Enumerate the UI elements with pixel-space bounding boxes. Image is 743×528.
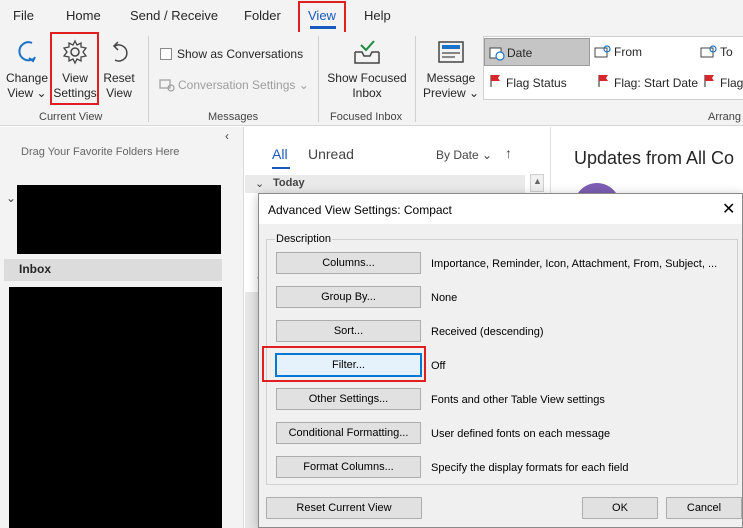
tab-folder[interactable]: Folder bbox=[244, 8, 281, 23]
folder-inbox[interactable]: Inbox bbox=[4, 259, 222, 281]
other-settings-value: Fonts and other Table View settings bbox=[431, 394, 605, 406]
chevron-down-icon: ⌄ bbox=[255, 178, 265, 190]
tab-unread[interactable]: Unread bbox=[308, 146, 354, 162]
divider bbox=[415, 36, 416, 122]
sort-value: Received (descending) bbox=[431, 326, 544, 338]
change-view-button[interactable]: Change View ⌄ bbox=[4, 36, 50, 108]
arrange-to[interactable]: To bbox=[698, 38, 743, 66]
ribbon-tabs: File Home Send / Receive Folder View Hel… bbox=[0, 0, 743, 32]
chevron-down-icon[interactable]: ⌄ bbox=[6, 191, 16, 205]
arrangement-gallery: Date From To Flag Status Flag: Start Dat… bbox=[483, 36, 743, 100]
flag-icon bbox=[704, 75, 714, 87]
group-label-current-view: Current View bbox=[39, 111, 103, 123]
tab-file[interactable]: File bbox=[13, 8, 34, 23]
tab-home[interactable]: Home bbox=[66, 8, 101, 23]
divider bbox=[148, 36, 149, 122]
filter-value: Off bbox=[431, 360, 446, 372]
arrange-from[interactable]: From bbox=[592, 38, 692, 66]
folder-pane: ‹ Drag Your Favorite Folders Here ⌄ Inbo… bbox=[0, 127, 244, 528]
focused-inbox-icon bbox=[354, 40, 380, 64]
group-header-today[interactable]: ⌄ Today bbox=[245, 175, 525, 193]
arrange-flag-start-date[interactable]: Flag: Start Date bbox=[592, 69, 698, 97]
from-icon bbox=[594, 45, 611, 58]
sort-by-date-dropdown[interactable]: By Date ⌄ bbox=[436, 148, 492, 162]
collapse-pane-icon[interactable]: ‹ bbox=[225, 129, 229, 143]
sort-button[interactable]: Sort... bbox=[276, 320, 421, 342]
message-row-indicator bbox=[245, 292, 259, 528]
ok-button[interactable]: OK bbox=[582, 497, 658, 519]
sort-direction-icon[interactable]: ↑ bbox=[505, 145, 512, 161]
active-filter-indicator bbox=[272, 167, 290, 169]
show-focused-inbox-button[interactable]: Show Focused Inbox bbox=[324, 36, 410, 108]
scrollbar[interactable]: ▲ bbox=[530, 174, 544, 192]
show-as-conversations-checkbox[interactable] bbox=[160, 48, 172, 60]
conditional-formatting-value: User defined fonts on each message bbox=[431, 428, 611, 440]
to-icon bbox=[700, 45, 717, 58]
conversation-settings-icon bbox=[159, 79, 175, 92]
view-settings-highlight bbox=[50, 32, 99, 105]
filter-button-highlight bbox=[262, 346, 426, 382]
change-view-icon bbox=[18, 41, 36, 63]
reset-icon bbox=[112, 41, 128, 62]
group-by-value: None bbox=[431, 292, 458, 304]
message-preview-button[interactable]: Message Preview ⌄ bbox=[422, 36, 480, 108]
cancel-button[interactable]: Cancel bbox=[666, 497, 742, 519]
reset-view-button[interactable]: Reset View bbox=[100, 36, 138, 108]
other-settings-button[interactable]: Other Settings... bbox=[276, 388, 421, 410]
format-columns-value: Specify the display formats for each fie… bbox=[431, 462, 629, 474]
group-label-focused-inbox: Focused Inbox bbox=[330, 111, 403, 123]
redacted-folders bbox=[9, 287, 222, 528]
format-columns-button[interactable]: Format Columns... bbox=[276, 456, 421, 478]
flag-icon bbox=[490, 75, 500, 87]
ribbon: Change View ⌄ View Settings Reset View C… bbox=[0, 32, 743, 126]
message-subject: Updates from All Co bbox=[574, 148, 735, 168]
divider bbox=[318, 36, 319, 122]
group-label-messages: Messages bbox=[208, 111, 259, 123]
conversation-settings-button[interactable]: Conversation Settings ⌄ bbox=[178, 78, 309, 92]
tab-send-receive[interactable]: Send / Receive bbox=[130, 8, 218, 23]
redacted-account bbox=[17, 185, 221, 254]
favorites-hint: Drag Your Favorite Folders Here bbox=[21, 146, 180, 158]
flag-icon bbox=[598, 75, 608, 87]
conditional-formatting-button[interactable]: Conditional Formatting... bbox=[276, 422, 421, 444]
close-icon[interactable]: ✕ bbox=[722, 199, 735, 219]
columns-value: Importance, Reminder, Icon, Attachment, … bbox=[431, 258, 718, 270]
reset-current-view-button[interactable]: Reset Current View bbox=[266, 497, 422, 519]
scroll-up-icon: ▲ bbox=[533, 176, 542, 186]
group-by-button[interactable]: Group By... bbox=[276, 286, 421, 308]
show-as-conversations-label[interactable]: Show as Conversations bbox=[177, 47, 303, 61]
message-preview-icon bbox=[438, 41, 464, 63]
arrange-flag-status[interactable]: Flag Status bbox=[484, 69, 590, 97]
dialog-title: Advanced View Settings: Compact bbox=[268, 203, 452, 217]
tab-all[interactable]: All bbox=[272, 146, 288, 162]
arrange-date[interactable]: Date bbox=[484, 38, 590, 66]
group-label-arrangement: Arrang bbox=[708, 111, 742, 123]
view-tab-highlight bbox=[298, 1, 346, 34]
calendar-clock-icon bbox=[489, 47, 505, 61]
arrange-flag-due-date[interactable]: Flag bbox=[698, 69, 743, 97]
description-label: Description bbox=[275, 233, 333, 245]
tab-help[interactable]: Help bbox=[364, 8, 391, 23]
dialog-titlebar: Advanced View Settings: Compact ✕ bbox=[259, 194, 742, 224]
columns-button[interactable]: Columns... bbox=[276, 252, 421, 274]
